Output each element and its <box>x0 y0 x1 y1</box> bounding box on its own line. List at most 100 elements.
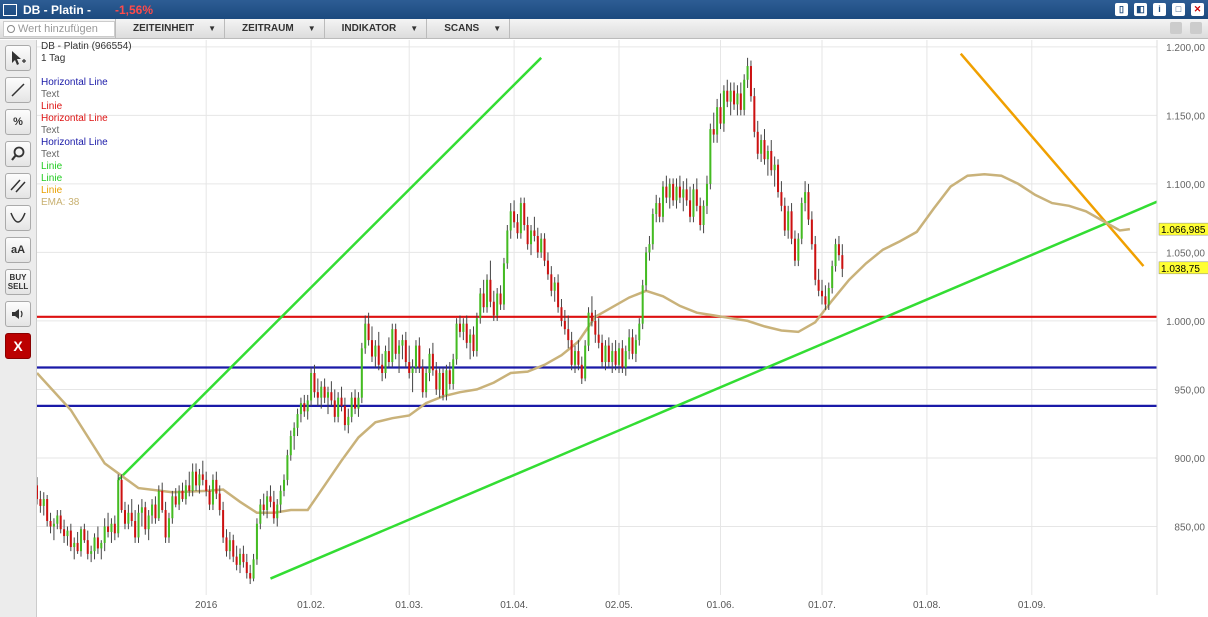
candle-body <box>503 263 505 304</box>
menu-indikator[interactable]: INDIKATOR▼ <box>324 19 427 39</box>
legend-item[interactable]: Text <box>41 89 132 101</box>
candle-body <box>635 340 637 354</box>
candle-body <box>831 266 833 288</box>
legend-item[interactable]: Linie <box>41 173 132 185</box>
candle-body <box>124 510 126 524</box>
candle-body <box>520 203 522 233</box>
price-label: 1.038,75 <box>1161 264 1200 275</box>
candle-body <box>131 513 133 521</box>
candle-body <box>148 516 150 530</box>
candle-body <box>770 151 772 170</box>
candle-body <box>415 346 417 368</box>
legend-item[interactable]: Linie <box>41 185 132 197</box>
candle-body <box>195 472 197 486</box>
candle-body <box>276 505 278 519</box>
candle-body <box>110 524 112 532</box>
candle-body <box>53 524 55 527</box>
price-chart[interactable]: 1.200,001.150,001.100,001.050,001.000,00… <box>37 40 1208 617</box>
candle-body <box>405 340 407 362</box>
menu-scans[interactable]: SCANS▼ <box>426 19 510 39</box>
search-input[interactable]: Wert hinzufügen <box>3 21 115 37</box>
candle-body <box>604 346 606 362</box>
candle-body <box>256 524 258 560</box>
candle-body <box>229 540 231 551</box>
candle-body <box>740 93 742 109</box>
candle-body <box>611 351 613 362</box>
candle-body <box>733 91 735 105</box>
legend-item[interactable]: Text <box>41 149 132 161</box>
candle-body <box>476 318 478 351</box>
x-tick-label: 01.08. <box>913 600 941 611</box>
candle-body <box>750 66 752 96</box>
legend-item[interactable]: Linie <box>41 161 132 173</box>
delete-tool[interactable]: X <box>5 333 31 359</box>
candle-body <box>303 403 305 411</box>
candle-body <box>215 480 217 494</box>
sound-tool[interactable] <box>5 301 31 327</box>
candle-body <box>181 491 183 499</box>
menu-zeitraum[interactable]: ZEITRAUM▼ <box>224 19 324 39</box>
cursor-tool[interactable] <box>5 45 31 71</box>
candle-body <box>391 329 393 362</box>
candle-body <box>767 151 769 159</box>
info-icon[interactable]: i <box>1153 3 1166 16</box>
candle-body <box>533 230 535 235</box>
legend-item[interactable]: Horizontal Line <box>41 77 132 89</box>
chevron-down-icon: ▼ <box>308 24 316 33</box>
candle-body <box>310 373 312 400</box>
curve-icon <box>9 209 27 227</box>
candle-body <box>445 370 447 395</box>
candle-body <box>408 362 410 373</box>
candle-body <box>435 370 437 389</box>
candle-body <box>127 513 129 524</box>
legend-item[interactable]: Horizontal Line <box>41 137 132 149</box>
percent-tool[interactable]: % <box>5 109 31 135</box>
y-tick-label: 900,00 <box>1174 454 1205 465</box>
candle-body <box>171 496 173 518</box>
candle-body <box>39 499 41 506</box>
candle-body <box>368 324 370 340</box>
candle-body <box>46 499 48 521</box>
candle-body <box>557 283 559 308</box>
menu-label: ZEITEINHEIT <box>133 23 194 34</box>
candle-body <box>601 343 603 362</box>
candle-body <box>760 140 762 154</box>
x-tick-label: 02.05. <box>605 600 633 611</box>
legend-item[interactable]: Linie <box>41 101 132 113</box>
candle-body <box>669 184 671 198</box>
candle-body <box>483 294 485 308</box>
candle-body <box>645 252 647 285</box>
candle-body <box>114 524 116 534</box>
legend-item[interactable]: Horizontal Line <box>41 113 132 125</box>
buy-sell-tool[interactable]: BUYSELL <box>5 269 31 295</box>
candle-body <box>804 192 806 203</box>
search-placeholder: Wert hinzufügen <box>18 23 98 35</box>
legend-item[interactable]: EMA: 38 <box>41 197 132 209</box>
text-tool[interactable]: aA <box>5 237 31 263</box>
candle-body <box>838 244 840 255</box>
candle-body <box>452 359 454 384</box>
candle-body <box>63 529 65 536</box>
candle-body <box>807 192 809 219</box>
cloud-icon[interactable] <box>1190 22 1202 34</box>
candle-body <box>794 239 796 261</box>
zoom-tool[interactable] <box>5 141 31 167</box>
candle-body <box>151 505 153 516</box>
toolbar: Wert hinzufügen ZEITEINHEIT▼ ZEITRAUM▼ I… <box>0 19 1208 39</box>
folder-icon[interactable] <box>1170 22 1182 34</box>
line-tool[interactable] <box>5 77 31 103</box>
layout-icon[interactable]: ▯ <box>1115 3 1128 16</box>
candle-body <box>87 540 89 554</box>
split-icon[interactable]: ◧ <box>1134 3 1147 16</box>
candle-body <box>489 280 491 302</box>
candle-body <box>777 165 779 192</box>
parallel-lines-tool[interactable] <box>5 173 31 199</box>
maximize-icon[interactable]: □ <box>1172 3 1185 16</box>
curve-tool[interactable] <box>5 205 31 231</box>
search-icon <box>7 25 15 33</box>
candle-body <box>676 187 678 201</box>
legend-item[interactable]: Text <box>41 125 132 137</box>
candle-body <box>253 559 255 578</box>
menu-zeiteinheit[interactable]: ZEITEINHEIT▼ <box>115 19 224 39</box>
close-icon[interactable]: ✕ <box>1191 3 1204 16</box>
